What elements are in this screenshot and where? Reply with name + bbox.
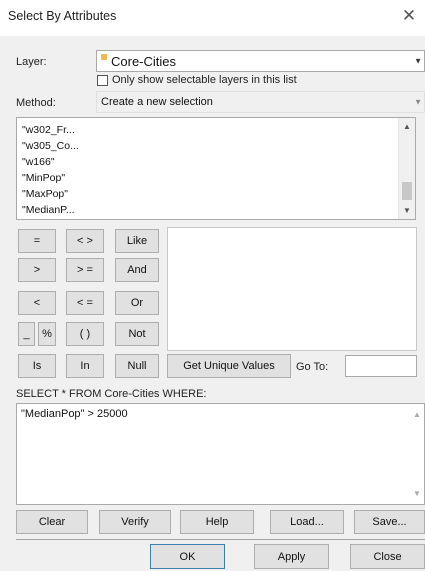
only-selectable-label: Only show selectable layers in this list [112, 74, 297, 86]
like-button[interactable]: Like [115, 229, 159, 253]
layer-icon [101, 54, 107, 60]
null-button[interactable]: Null [115, 354, 159, 378]
field-item[interactable]: "w166" [22, 156, 55, 168]
query-expression-text: "MedianPop" > 25000 [21, 408, 128, 420]
less-than-button[interactable]: < [18, 291, 56, 315]
less-equal-button[interactable]: < = [66, 291, 104, 315]
save-button[interactable]: Save... [354, 510, 425, 534]
close-button[interactable]: Close [350, 544, 425, 569]
in-button[interactable]: In [66, 354, 104, 378]
field-item[interactable]: "w302_Fr... [22, 124, 75, 136]
ok-button[interactable]: OK [150, 544, 225, 569]
unique-values-list[interactable] [167, 227, 417, 351]
load-button[interactable]: Load... [270, 510, 344, 534]
or-button[interactable]: Or [115, 291, 159, 315]
underscore-button[interactable]: _ [18, 322, 35, 346]
layer-dropdown[interactable]: Core-Cities ▼ [96, 50, 425, 72]
and-button[interactable]: And [115, 258, 159, 282]
method-dropdown[interactable]: Create a new selection ▼ [96, 91, 425, 113]
scroll-down-icon[interactable]: ▼ [399, 206, 415, 215]
scroll-down-icon[interactable]: ▼ [412, 489, 422, 498]
goto-label: Go To: [296, 361, 329, 373]
apply-button[interactable]: Apply [254, 544, 329, 569]
help-button[interactable]: Help [180, 510, 254, 534]
equals-button[interactable]: = [18, 229, 56, 253]
only-selectable-checkbox[interactable] [97, 75, 108, 86]
field-item[interactable]: "MinPop" [22, 172, 65, 184]
scroll-up-icon[interactable]: ▲ [412, 410, 422, 419]
chevron-down-icon[interactable]: ▼ [414, 98, 422, 107]
field-item[interactable]: "MedianP... [22, 204, 75, 216]
field-item[interactable]: "w305_Co... [22, 140, 79, 152]
separator [16, 539, 425, 540]
method-dropdown-value: Create a new selection [101, 96, 213, 108]
greater-than-button[interactable]: > [18, 258, 56, 282]
layer-dropdown-value: Core-Cities [111, 54, 177, 69]
clear-button[interactable]: Clear [16, 510, 88, 534]
not-equals-button[interactable]: < > [66, 229, 104, 253]
scroll-up-icon[interactable]: ▲ [399, 122, 415, 131]
goto-input[interactable] [345, 355, 417, 377]
scroll-thumb[interactable] [402, 182, 412, 200]
query-prefix: SELECT * FROM Core-Cities WHERE: [16, 388, 207, 400]
method-label: Method: [16, 97, 56, 109]
field-list-scrollbar[interactable]: ▲ ▼ [398, 118, 415, 219]
greater-equal-button[interactable]: > = [66, 258, 104, 282]
parentheses-button[interactable]: ( ) [66, 322, 104, 346]
get-unique-values-button[interactable]: Get Unique Values [167, 354, 291, 378]
verify-button[interactable]: Verify [99, 510, 171, 534]
window-title: Select By Attributes [8, 9, 117, 23]
query-expression-textarea[interactable]: "MedianPop" > 25000 ▲ ▼ [16, 403, 425, 505]
field-list[interactable]: "w302_Fr... "w305_Co... "w166" "MinPop" … [16, 117, 416, 220]
close-icon[interactable]: ✕ [399, 6, 419, 26]
chevron-down-icon[interactable]: ▼ [414, 57, 422, 66]
is-button[interactable]: Is [18, 354, 56, 378]
not-button[interactable]: Not [115, 322, 159, 346]
field-item[interactable]: "MaxPop" [22, 188, 68, 200]
percent-button[interactable]: % [38, 322, 56, 346]
layer-label: Layer: [16, 56, 47, 68]
